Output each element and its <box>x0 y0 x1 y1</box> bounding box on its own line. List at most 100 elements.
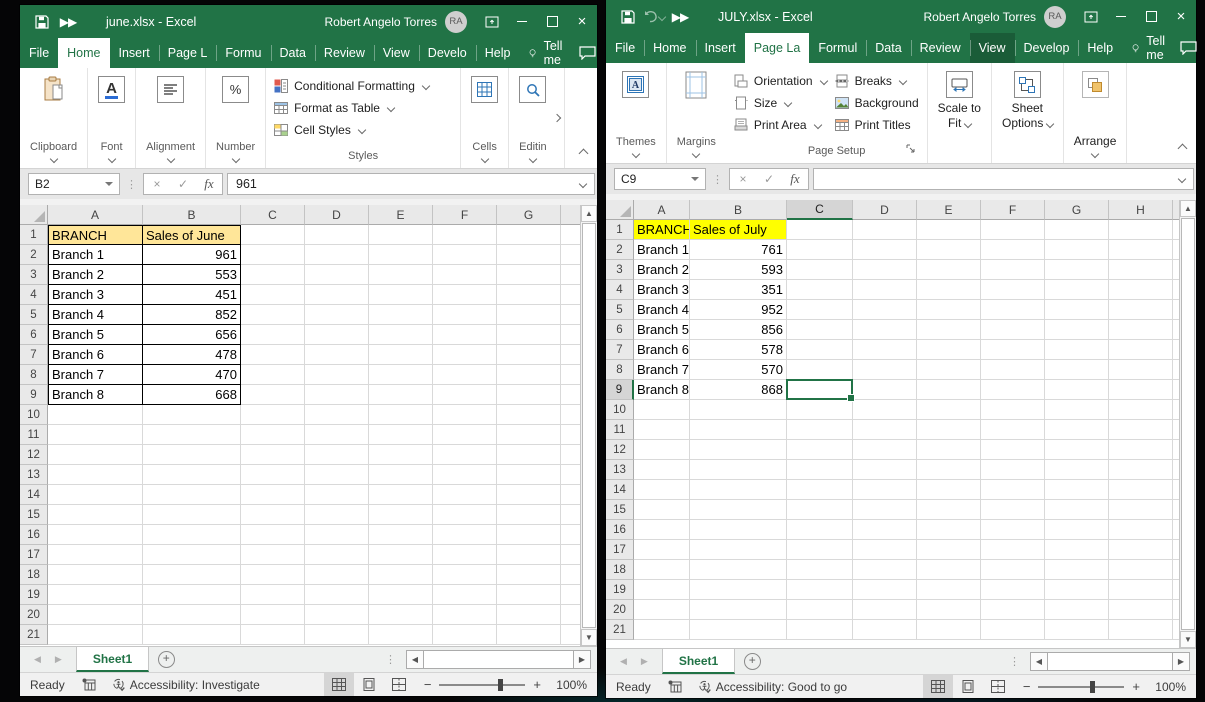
prev-sheet-icon[interactable]: ◀ <box>34 654 41 665</box>
cell[interactable]: Branch 7 <box>48 365 143 385</box>
cell[interactable] <box>1045 280 1109 300</box>
cell[interactable] <box>1109 440 1173 460</box>
page-break-view-button[interactable] <box>983 675 1013 698</box>
cell[interactable]: Branch 7 <box>634 360 690 380</box>
cell[interactable] <box>1173 560 1179 580</box>
row-header[interactable]: 11 <box>606 420 634 440</box>
cell[interactable]: Branch 5 <box>634 320 690 340</box>
column-header-G[interactable]: G <box>497 205 561 225</box>
cell[interactable] <box>1173 340 1179 360</box>
collapse-ribbon-button[interactable] <box>1179 141 1186 155</box>
cell[interactable] <box>305 385 369 405</box>
print-area-button[interactable]: Print Area <box>734 115 827 134</box>
cell[interactable] <box>787 260 853 280</box>
vertical-scroll-thumb[interactable] <box>582 223 596 628</box>
print-titles-button[interactable]: Print Titles <box>835 115 919 134</box>
cell[interactable] <box>561 625 580 645</box>
row-header[interactable]: 13 <box>20 465 48 485</box>
cell[interactable] <box>1173 400 1179 420</box>
cell[interactable] <box>853 340 917 360</box>
cell[interactable] <box>433 325 497 345</box>
cell[interactable] <box>241 385 305 405</box>
cell[interactable] <box>241 365 305 385</box>
themes-group[interactable]: A Themes <box>606 63 667 163</box>
cell[interactable] <box>433 545 497 565</box>
insert-function-button[interactable]: fx <box>196 176 222 192</box>
cell[interactable] <box>433 405 497 425</box>
cell[interactable] <box>1045 240 1109 260</box>
cell[interactable] <box>853 560 917 580</box>
cell[interactable] <box>369 585 433 605</box>
cell[interactable] <box>143 445 241 465</box>
cell[interactable] <box>634 480 690 500</box>
cell[interactable] <box>433 485 497 505</box>
column-header-H[interactable]: H <box>1109 200 1173 220</box>
sheet-tab-active[interactable]: Sheet1 <box>662 649 735 674</box>
cell[interactable] <box>634 500 690 520</box>
cell[interactable] <box>369 425 433 445</box>
cell[interactable]: 868 <box>690 380 787 400</box>
row-header[interactable]: 17 <box>606 540 634 560</box>
zoom-in-button[interactable]: + <box>1132 679 1140 694</box>
cell[interactable] <box>241 345 305 365</box>
cell[interactable] <box>143 625 241 645</box>
cell[interactable] <box>787 300 853 320</box>
editing-group[interactable]: Editin <box>509 68 551 168</box>
column-header-C[interactable]: C <box>241 205 305 225</box>
cell[interactable]: Branch 6 <box>48 345 143 365</box>
cell[interactable] <box>305 465 369 485</box>
page-layout-view-button[interactable] <box>354 673 384 696</box>
cell[interactable] <box>561 545 580 565</box>
cell[interactable] <box>369 465 433 485</box>
cell[interactable] <box>497 385 561 405</box>
cell[interactable] <box>787 320 853 340</box>
row-header[interactable]: 18 <box>606 560 634 580</box>
cell[interactable] <box>853 380 917 400</box>
cell[interactable] <box>369 605 433 625</box>
cell[interactable] <box>634 400 690 420</box>
ribbon-tab-help[interactable]: Help <box>1078 33 1122 63</box>
cell[interactable] <box>981 340 1045 360</box>
cell[interactable]: Branch 1 <box>634 240 690 260</box>
ribbon-display-options-button[interactable] <box>477 5 507 38</box>
cell[interactable] <box>433 585 497 605</box>
row-header[interactable]: 2 <box>606 240 634 260</box>
cell[interactable] <box>917 320 981 340</box>
horizontal-scroll-thumb[interactable] <box>423 651 574 668</box>
cell[interactable] <box>787 360 853 380</box>
cell[interactable] <box>433 445 497 465</box>
ribbon-tab-page-la[interactable]: Page La <box>745 33 810 63</box>
cell[interactable] <box>917 540 981 560</box>
row-header[interactable]: 9 <box>20 385 48 405</box>
cell[interactable] <box>369 565 433 585</box>
cell[interactable] <box>981 280 1045 300</box>
row-header[interactable]: 3 <box>606 260 634 280</box>
cell[interactable] <box>1173 260 1179 280</box>
ribbon-tab-data[interactable]: Data <box>866 33 910 63</box>
cell[interactable] <box>241 505 305 525</box>
cell[interactable] <box>1173 520 1179 540</box>
cell[interactable] <box>369 285 433 305</box>
cell[interactable] <box>853 400 917 420</box>
cell[interactable] <box>1109 620 1173 640</box>
cell[interactable] <box>143 565 241 585</box>
cell[interactable] <box>48 465 143 485</box>
ribbon-tab-develo[interactable]: Develo <box>419 38 476 68</box>
cell[interactable] <box>561 465 580 485</box>
cell[interactable] <box>143 525 241 545</box>
cell[interactable] <box>561 305 580 325</box>
cell[interactable] <box>1045 460 1109 480</box>
cell[interactable] <box>497 565 561 585</box>
cell[interactable] <box>853 300 917 320</box>
cell[interactable] <box>853 220 917 240</box>
avatar[interactable]: RA <box>1044 6 1066 28</box>
cell[interactable] <box>690 480 787 500</box>
name-box[interactable]: C9 <box>614 168 706 190</box>
cell[interactable]: Branch 4 <box>634 300 690 320</box>
undo-button[interactable] <box>642 5 666 29</box>
cell[interactable] <box>433 505 497 525</box>
ribbon-tab-home[interactable]: Home <box>58 38 109 68</box>
column-header-A[interactable]: A <box>634 200 690 220</box>
minimize-button[interactable] <box>507 5 537 38</box>
cell[interactable] <box>1109 560 1173 580</box>
